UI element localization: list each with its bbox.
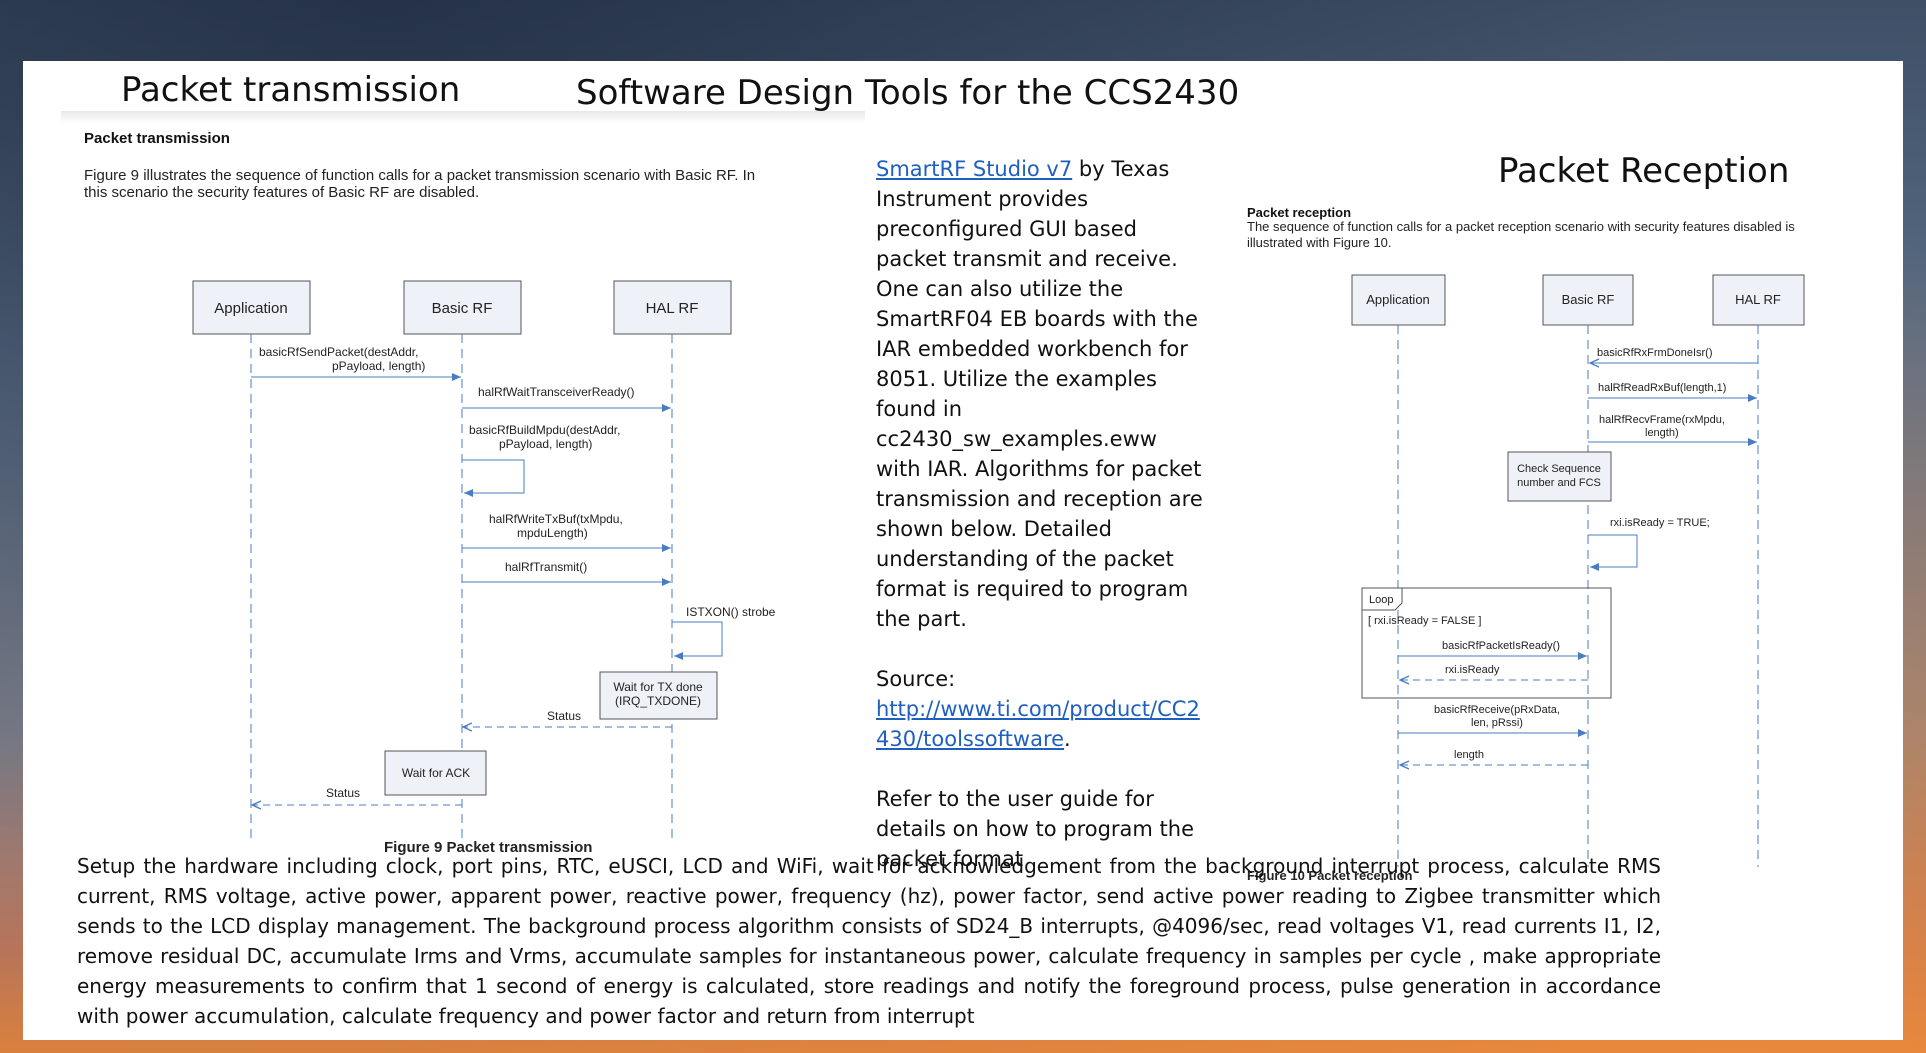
arrow-istxon-self bbox=[672, 621, 723, 660]
arrow-build-mpdu-self bbox=[462, 459, 525, 497]
box-wait-ack-label: Wait for ACK bbox=[402, 766, 470, 780]
middle-paragraph-1: SmartRF Studio v7 by Texas Instrument pr… bbox=[876, 154, 1208, 274]
lifeline-label-application: Application bbox=[214, 300, 287, 317]
rx-msg-isready-true: rxi.isReady = TRUE; bbox=[1610, 517, 1710, 529]
rx-msg-packet-is-ready: basicRfPacketIsReady() bbox=[1442, 640, 1560, 652]
msg-status-1: Status bbox=[547, 709, 581, 723]
msg-write-txbuf-l1: halRfWriteTxBuf(txMpdu, bbox=[489, 512, 623, 526]
rx-msg-recv-frame-l2: length) bbox=[1645, 427, 1679, 439]
msg-send-packet-l1: basicRfSendPacket(destAddr, bbox=[259, 345, 418, 359]
rx-msg-isready-return: rxi.isReady bbox=[1445, 664, 1500, 676]
source-line: http://www.ti.com/product/CC2430/toolsso… bbox=[876, 694, 1208, 754]
msg-write-txbuf-l2: mpduLength) bbox=[517, 526, 588, 540]
rx-msg-receive-l1: basicRfReceive(pRxData, bbox=[1434, 704, 1560, 716]
slide-title: Software Design Tools for the CCS2430 bbox=[576, 73, 1240, 113]
smartrf-studio-link[interactable]: SmartRF Studio v7 bbox=[876, 157, 1072, 181]
msg-send-packet-l2: pPayload, length) bbox=[332, 359, 425, 373]
bottom-paragraph: Setup the hardware including clock, port… bbox=[77, 854, 1661, 1028]
left-heading: Packet transmission bbox=[121, 70, 461, 110]
rx-loop-guard: [ rxi.isReady = FALSE ] bbox=[1368, 615, 1481, 627]
lifeline-label-hal-rf: HAL RF bbox=[646, 300, 699, 317]
middle-text-column: SmartRF Studio v7 by Texas Instrument pr… bbox=[876, 154, 1208, 874]
rx-loop-label: Loop bbox=[1369, 594, 1393, 606]
box-wait-tx-done-l2: (IRQ_TXDONE) bbox=[615, 694, 701, 708]
figure-packet-reception: Packet reception The sequence of functio… bbox=[1245, 205, 1877, 891]
rx-msg-length: length bbox=[1454, 749, 1484, 761]
rx-lifeline-label-application: Application bbox=[1366, 292, 1430, 307]
figure-packet-transmission: Packet transmission Figure 9 illustrates… bbox=[61, 111, 865, 869]
slide: Packet transmission Software Design Tool… bbox=[23, 61, 1903, 1040]
msg-wait-transceiver: halRfWaitTransceiverReady() bbox=[478, 385, 635, 399]
rx-lifeline-label-hal-rf: HAL RF bbox=[1735, 292, 1781, 307]
msg-build-mpdu-l1: basicRfBuildMpdu(destAddr, bbox=[469, 423, 620, 437]
rx-msg-receive-l2: len, pRssi) bbox=[1471, 717, 1523, 729]
rx-msg-frame-done-isr: basicRfRxFrmDoneIsr() bbox=[1597, 347, 1713, 359]
box-wait-tx-done-l1: Wait for TX done bbox=[613, 680, 703, 694]
lifeline-label-basic-rf: Basic RF bbox=[432, 300, 493, 317]
rx-box-check-l1: Check Sequence bbox=[1517, 463, 1601, 475]
middle-paragraph-2: One can also utilize the SmartRF04 EB bo… bbox=[876, 277, 1203, 631]
right-heading: Packet Reception bbox=[1498, 151, 1790, 191]
fig9-sequence-diagram: Application Basic RF HAL RF basicRfSendP… bbox=[192, 280, 776, 856]
msg-istxon-strobe: ISTXON() strobe bbox=[686, 605, 776, 619]
source-period: . bbox=[1064, 727, 1071, 751]
source-label: Source: bbox=[876, 667, 956, 691]
rx-box-check-l2: number and FCS bbox=[1517, 477, 1601, 489]
rx-msg-read-rxbuf: halRfReadRxBuf(length,1) bbox=[1598, 382, 1726, 394]
msg-status-2: Status bbox=[326, 786, 360, 800]
msg-build-mpdu-l2: pPayload, length) bbox=[499, 437, 592, 451]
fig10-sequence-diagram: Application Basic RF HAL RF basicRfRxFrm… bbox=[1247, 274, 1805, 883]
rx-lifeline-label-basic-rf: Basic RF bbox=[1562, 292, 1615, 307]
source-url-link[interactable]: http://www.ti.com/product/CC2430/toolsso… bbox=[876, 697, 1200, 751]
rx-arrow-isready-self bbox=[1588, 534, 1638, 571]
msg-transmit: halRfTransmit() bbox=[505, 560, 587, 574]
rx-msg-recv-frame-l1: halRfRecvFrame(rxMpdu, bbox=[1599, 414, 1725, 426]
